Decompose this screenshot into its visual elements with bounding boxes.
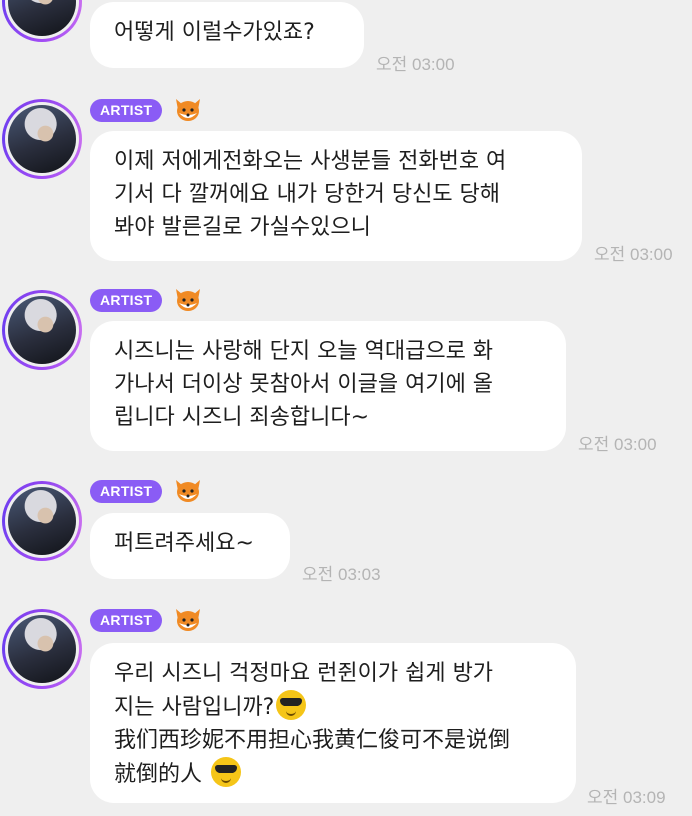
fox-icon	[176, 289, 200, 311]
avatar[interactable]	[2, 609, 82, 689]
artist-badge: ARTIST	[90, 480, 163, 503]
avatar[interactable]	[2, 481, 82, 561]
avatar[interactable]	[2, 99, 82, 179]
message-timestamp: 오전 03:00	[578, 435, 657, 454]
message-line-with-emoji: 지는 사람입니까?	[114, 690, 552, 724]
artist-badge: ARTIST	[90, 289, 163, 312]
fox-icon	[176, 609, 200, 631]
message-line-text: 就倒的人	[114, 762, 203, 787]
message-timestamp: 오전 03:00	[594, 245, 673, 264]
avatar[interactable]	[2, 290, 82, 370]
artist-badge: ARTIST	[90, 99, 163, 122]
fox-icon	[176, 480, 200, 502]
artist-badge: ARTIST	[90, 609, 163, 632]
message-line-with-emoji: 就倒的人	[114, 757, 552, 791]
sunglasses-emoji-icon	[276, 690, 307, 720]
message-bubble[interactable]: 퍼트려주세요~	[90, 513, 290, 579]
avatar[interactable]	[2, 0, 82, 42]
fox-icon	[176, 99, 200, 121]
message-bubble[interactable]: 우리 시즈니 걱정마요 런쥔이가 쉽게 방가 지는 사람입니까? 我们西珍妮不用…	[90, 643, 576, 803]
message-timestamp: 오전 03:03	[302, 565, 381, 584]
message-bubble[interactable]: 어떻게 이럴수가있죠?	[90, 2, 364, 68]
message-line: 我们西珍妮不用担心我黄仁俊可不是说倒	[114, 728, 511, 753]
message-timestamp: 오전 03:09	[587, 788, 666, 807]
sunglasses-emoji-icon	[211, 757, 242, 787]
message-bubble[interactable]: 이제 저에게전화오는 사생분들 전화번호 여 기서 다 깔꺼에요 내가 당한거 …	[90, 131, 582, 261]
message-line-text: 지는 사람입니까?	[114, 695, 275, 720]
message-line: 우리 시즈니 걱정마요 런쥔이가 쉽게 방가	[114, 661, 494, 686]
message-timestamp: 오전 03:00	[376, 55, 455, 74]
message-bubble[interactable]: 시즈니는 사랑해 단지 오늘 역대급으로 화 가나서 더이상 못참아서 이글을 …	[90, 321, 566, 451]
